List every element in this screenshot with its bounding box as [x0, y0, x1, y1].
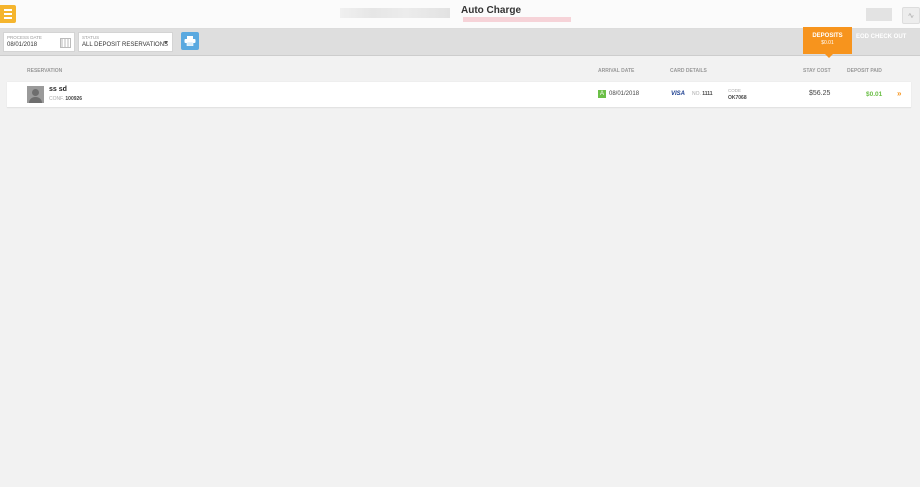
visa-icon: VISA	[671, 91, 686, 97]
process-date-label: PROCESS DATE	[7, 35, 42, 40]
card-no-value: 1111	[702, 91, 713, 97]
tab-pointer	[825, 54, 833, 58]
conf-value: 100926	[65, 96, 83, 102]
blurred-subtitle	[463, 17, 571, 22]
page-title: Auto Charge	[461, 5, 521, 16]
calendar-icon[interactable]	[60, 38, 71, 48]
arrival-date: 08/01/2018	[609, 91, 640, 97]
confirmation-number: CONF. 100926	[49, 96, 82, 102]
code-value: OK7068	[728, 95, 747, 101]
pulse-icon[interactable]: ∿	[902, 7, 920, 24]
avatar	[27, 86, 44, 103]
conf-label: CONF.	[49, 96, 64, 102]
filter-bar: PROCESS DATE 08/01/2018 STATUS ALL DEPOS…	[0, 29, 920, 56]
process-date-field[interactable]: PROCESS DATE 08/01/2018	[3, 32, 75, 52]
column-header-card-details: CARD DETAILS	[670, 68, 707, 74]
status-value: ALL DEPOSIT RESERVATIONS	[82, 42, 169, 48]
status-select[interactable]: STATUS ALL DEPOSIT RESERVATIONS	[78, 32, 173, 52]
tab-deposits-label: DEPOSITS	[812, 33, 843, 39]
blurred-user	[866, 8, 892, 21]
arrival-badge: A	[598, 90, 606, 98]
deposit-paid: $0.01	[866, 91, 883, 98]
blurred-hotel-name	[340, 8, 450, 18]
top-bar: Auto Charge ∿	[0, 0, 920, 29]
tab-deposits[interactable]: DEPOSITS $0.01	[803, 27, 852, 58]
printer-icon	[184, 36, 196, 46]
column-header-arrival-date: ARRIVAL DATE	[598, 68, 635, 74]
tab-eod-check-out[interactable]: EOD CHECK OUT	[856, 34, 906, 40]
column-header-reservation: RESERVATION	[27, 68, 63, 74]
tab-deposits-amount: $0.01	[821, 40, 834, 46]
table-row[interactable]: ss sd CONF. 100926 A 08/01/2018 VISA NO.…	[7, 82, 911, 108]
card-no-label: NO.	[692, 91, 701, 97]
process-date-value: 08/01/2018	[7, 42, 38, 48]
hamburger-icon[interactable]	[0, 5, 16, 23]
print-button[interactable]	[181, 32, 199, 50]
code-label: CODE	[728, 88, 742, 93]
card-number: NO. 1111	[692, 91, 713, 97]
stay-cost: $56.25	[809, 90, 831, 97]
status-label: STATUS	[82, 35, 100, 40]
chevron-right-icon[interactable]: »	[897, 89, 901, 98]
caret-down-icon	[164, 41, 168, 44]
column-header-stay-cost: STAY COST	[803, 68, 831, 74]
guest-name: ss sd	[49, 86, 67, 93]
column-header-deposit-paid: DEPOSIT PAID	[847, 68, 882, 74]
